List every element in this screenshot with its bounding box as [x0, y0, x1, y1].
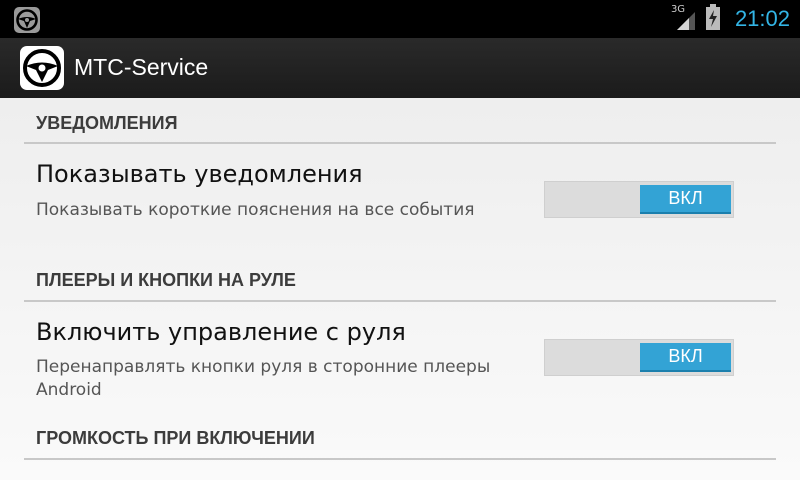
- steering-control-toggle[interactable]: ВКЛ: [544, 339, 734, 376]
- pref-summary: Перенаправлять кнопки руля в сторонние п…: [36, 357, 491, 400]
- action-bar: MTC-Service: [0, 38, 800, 98]
- settings-list: УВЕДОМЛЕНИЯ Показывать уведомления Показ…: [0, 98, 800, 480]
- steering-wheel-icon: [14, 7, 40, 33]
- steering-wheel-icon: [23, 49, 61, 87]
- section-header-steering: ПЛЕЕРЫ И КНОПКИ НА РУЛЕ: [36, 270, 296, 290]
- status-bar: 3G 21:02: [0, 0, 800, 38]
- pref-title: Включить управление с руля: [36, 318, 406, 346]
- status-icons: 3G 21:02: [671, 0, 790, 38]
- section-divider: [24, 458, 776, 460]
- pref-title: Показывать уведомления: [36, 160, 363, 188]
- notifications-toggle[interactable]: ВКЛ: [544, 181, 734, 218]
- section-divider: [24, 300, 776, 302]
- app-title: MTC-Service: [74, 54, 209, 80]
- switch-thumb-on: ВКЛ: [640, 185, 731, 214]
- app-icon[interactable]: [20, 46, 64, 90]
- section-header-notifications: УВЕДОМЛЕНИЯ: [36, 113, 178, 133]
- clock: 21:02: [734, 6, 790, 31]
- switch-thumb-on: ВКЛ: [640, 343, 731, 372]
- signal-icon: 3G: [671, 4, 697, 32]
- pref-summary: Показывать короткие пояснения на все соб…: [36, 200, 475, 220]
- section-header-startup-volume: ГРОМКОСТЬ ПРИ ВКЛЮЧЕНИИ: [36, 428, 315, 448]
- section-divider: [24, 142, 776, 144]
- battery-charging-icon: [705, 3, 721, 35]
